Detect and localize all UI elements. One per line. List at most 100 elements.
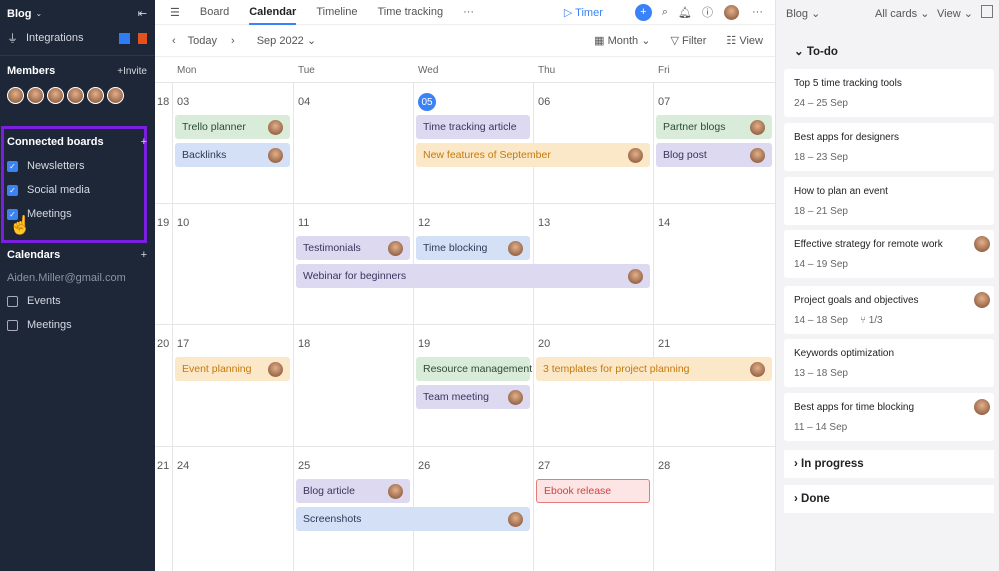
- more-options-icon[interactable]: ···: [752, 6, 763, 18]
- card[interactable]: Keywords optimization 13 – 18 Sep: [784, 339, 994, 387]
- avatar[interactable]: [87, 87, 104, 104]
- done-section[interactable]: › Done: [784, 485, 994, 513]
- view-dropdown[interactable]: View ⌄: [937, 7, 973, 20]
- workspace-switcher[interactable]: Blog ⌄ ⇤: [7, 7, 147, 21]
- date[interactable]: 06: [538, 96, 550, 108]
- date[interactable]: 04: [298, 96, 310, 108]
- avatar[interactable]: [27, 87, 44, 104]
- date[interactable]: 12: [418, 217, 430, 229]
- todo-title: To-do: [806, 46, 838, 58]
- panel-toggle-icon[interactable]: [981, 5, 993, 18]
- checkbox[interactable]: ✓: [7, 160, 18, 172]
- calendar-event[interactable]: Team meeting: [416, 385, 530, 409]
- date[interactable]: 19: [418, 338, 430, 350]
- calendar-event[interactable]: Event planning: [175, 357, 290, 381]
- card[interactable]: Best apps for time blocking 11 – 14 Sep: [784, 393, 994, 441]
- calendar-event[interactable]: Time tracking article: [416, 115, 530, 139]
- calendar-event[interactable]: Resource management: [416, 357, 532, 381]
- checkbox[interactable]: ✓: [7, 184, 18, 196]
- avatar[interactable]: [107, 87, 124, 104]
- todo-section[interactable]: ⌄ To-do: [784, 36, 994, 66]
- tab-timeline[interactable]: Timeline: [316, 6, 357, 18]
- checkbox[interactable]: [7, 319, 18, 331]
- date[interactable]: 14: [658, 217, 670, 229]
- search-icon[interactable]: ⌕: [662, 6, 668, 19]
- checkbox[interactable]: [7, 295, 18, 307]
- calendar-events[interactable]: Events: [7, 295, 147, 307]
- date[interactable]: 11: [298, 217, 309, 229]
- card[interactable]: Top 5 time tracking tools 24 – 25 Sep: [784, 69, 994, 117]
- timer-button[interactable]: ▷ Timer: [564, 6, 623, 19]
- next-icon[interactable]: ›: [231, 35, 235, 47]
- calendar-event[interactable]: Screenshots: [296, 507, 530, 531]
- date[interactable]: 25: [298, 460, 310, 472]
- prev-icon[interactable]: ‹: [172, 35, 176, 47]
- calendar-meetings[interactable]: Meetings: [7, 319, 147, 331]
- date[interactable]: 13: [538, 217, 550, 229]
- date[interactable]: 17: [177, 338, 189, 350]
- calendar-event[interactable]: Blog post: [656, 143, 772, 167]
- card-title: Best apps for designers: [794, 132, 900, 143]
- board-social-media[interactable]: ✓ Social media: [7, 184, 147, 196]
- week-number: 19: [157, 217, 170, 229]
- date[interactable]: 21: [658, 338, 670, 350]
- tab-board[interactable]: Board: [200, 6, 229, 18]
- calendar-event[interactable]: Webinar for beginners: [296, 264, 650, 288]
- board-dropdown[interactable]: Blog ⌄: [786, 7, 820, 20]
- avatar[interactable]: [47, 87, 64, 104]
- user-avatar[interactable]: [723, 3, 740, 21]
- add-board-button[interactable]: +: [141, 136, 147, 148]
- calendar-event[interactable]: New features of September: [416, 143, 650, 167]
- tab-calendar[interactable]: Calendar: [249, 0, 297, 25]
- date[interactable]: 20: [538, 338, 550, 350]
- google-calendar-icon[interactable]: [119, 32, 130, 44]
- date[interactable]: 24: [177, 460, 189, 472]
- view-mode-label: Month: [607, 35, 639, 47]
- month-picker[interactable]: Sep 2022 ⌄: [257, 34, 316, 47]
- assignee-avatar: [974, 236, 990, 252]
- add-calendar-button[interactable]: +: [141, 249, 147, 261]
- all-cards-dropdown[interactable]: All cards ⌄: [875, 7, 929, 20]
- calendar-event[interactable]: Partner blogs: [656, 115, 772, 139]
- date[interactable]: 28: [658, 460, 670, 472]
- today-button[interactable]: Today: [188, 35, 217, 47]
- month-view-dropdown[interactable]: ▦ Month ⌄: [594, 34, 650, 47]
- tab-time-tracking[interactable]: Time tracking: [377, 6, 443, 18]
- calendar-event[interactable]: Time blocking: [416, 236, 530, 260]
- add-button[interactable]: +: [634, 3, 652, 21]
- board-label: Blog: [786, 8, 809, 20]
- board-newsletters[interactable]: ✓ Newsletters: [7, 160, 147, 172]
- date[interactable]: 27: [538, 460, 550, 472]
- invite-button[interactable]: +Invite: [117, 66, 147, 77]
- menu-icon[interactable]: ☰: [170, 6, 180, 19]
- date[interactable]: 10: [177, 217, 189, 229]
- date[interactable]: 03: [177, 96, 189, 108]
- calendar-event[interactable]: Trello planner: [175, 115, 290, 139]
- more-tabs-button[interactable]: ···: [463, 6, 474, 18]
- integrations-link[interactable]: ⏚ Integrations: [7, 30, 147, 46]
- date[interactable]: 26: [418, 460, 430, 472]
- date[interactable]: 18: [298, 338, 310, 350]
- filter-button[interactable]: ▽ Filter: [670, 34, 706, 47]
- connected-boards-title: Connected boards: [7, 136, 104, 148]
- card[interactable]: Effective strategy for remote work 14 – 1…: [784, 230, 994, 278]
- help-icon[interactable]: ⓘ: [702, 4, 713, 20]
- calendar-event[interactable]: Blog article: [296, 479, 410, 503]
- avatar[interactable]: [7, 87, 24, 104]
- card[interactable]: How to plan an event 18 – 21 Sep: [784, 177, 994, 225]
- calendar-event[interactable]: Testimonials: [296, 236, 410, 260]
- notifications-icon[interactable]: 🔔︎: [678, 6, 692, 19]
- calendar-event[interactable]: Backlinks: [175, 143, 290, 167]
- calendar-event[interactable]: Ebook release: [536, 479, 650, 503]
- card[interactable]: Project goals and objectives 14 – 18 Sep ⑂…: [784, 286, 994, 334]
- in-progress-section[interactable]: › In progress: [784, 450, 994, 478]
- date[interactable]: 07: [658, 96, 670, 108]
- calendar-label: Meetings: [27, 319, 72, 331]
- calendar-event[interactable]: 3 templates for project planning: [536, 357, 772, 381]
- today-date[interactable]: 05: [418, 93, 436, 111]
- avatar[interactable]: [67, 87, 84, 104]
- card[interactable]: Best apps for designers 18 – 23 Sep: [784, 123, 994, 171]
- office-icon[interactable]: [138, 32, 147, 44]
- collapse-sidebar-icon[interactable]: ⇤: [138, 7, 147, 20]
- view-button[interactable]: ☷ View: [726, 34, 763, 47]
